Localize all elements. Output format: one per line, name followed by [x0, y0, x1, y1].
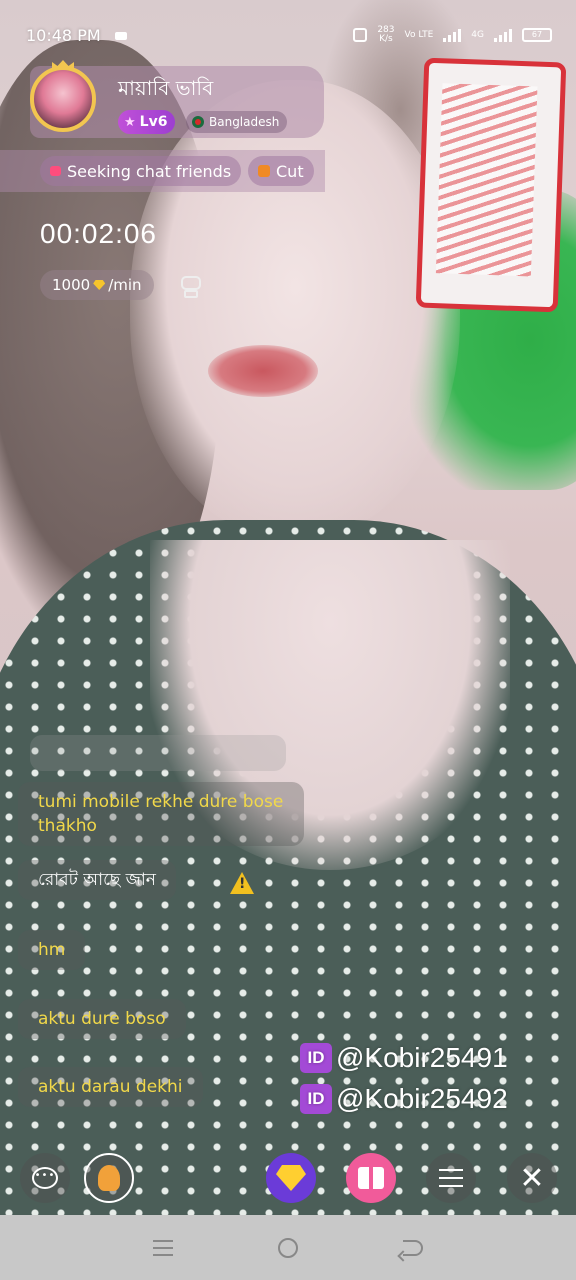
volte-label: Vo LTE — [404, 30, 434, 40]
menu-button[interactable] — [426, 1153, 476, 1203]
rate-amount: 1000 — [52, 276, 91, 294]
vibrate-icon — [353, 28, 368, 42]
host-name: মায়াবি ভাবি — [118, 76, 214, 100]
home-icon[interactable] — [277, 1237, 298, 1258]
level-badge: ★ Lv6 — [118, 110, 176, 134]
tag-icon — [258, 165, 270, 177]
tag-label: Cut — [276, 161, 304, 181]
battery-icon: 67 — [522, 28, 552, 42]
gift-icon — [358, 1167, 384, 1189]
chat-message: aktu darau dekhi — [18, 1067, 203, 1107]
chat-message: tumi mobile rekhe dure bose thakho — [18, 782, 304, 846]
chat-message-faded — [30, 735, 286, 771]
robot-icon[interactable] — [178, 272, 204, 298]
status-icons: 283 K/s Vo LTE 4G 67 — [353, 26, 552, 44]
watermark-text: @Kobir25492 — [336, 1083, 508, 1114]
tag-chip: Cut — [248, 156, 314, 186]
status-time: 10:48 PM — [26, 26, 101, 45]
host-avatar[interactable] — [30, 66, 96, 132]
back-icon[interactable] — [403, 1239, 424, 1256]
id-icon: ID — [300, 1084, 332, 1114]
robot-body — [184, 290, 198, 298]
star-icon: ★ — [124, 114, 136, 130]
lightbulb-icon — [98, 1165, 120, 1191]
recording-icon — [115, 32, 127, 40]
watermark-text: @Kobir25491 — [336, 1042, 508, 1073]
close-call-button[interactable]: ✕ — [507, 1153, 557, 1203]
signal-icon — [443, 28, 462, 42]
tips-button[interactable] — [84, 1153, 134, 1203]
status-bar: 10:48 PM 283 K/s Vo LTE 4G 67 — [0, 20, 576, 52]
chat-button[interactable]: ••• — [20, 1153, 70, 1203]
net-speed: 283 K/s — [377, 26, 394, 44]
rate-unit: /min — [108, 276, 142, 294]
recents-icon[interactable] — [152, 1239, 173, 1256]
robot-head — [181, 276, 201, 290]
country-badge: Bangladesh — [186, 111, 288, 133]
tag-chip: Seeking chat friends — [40, 156, 242, 186]
video-shape — [208, 345, 318, 397]
chat-bubble-icon: ••• — [32, 1167, 58, 1189]
diamond-button[interactable] — [266, 1153, 316, 1203]
menu-icon — [439, 1169, 463, 1187]
watermark-line: ID @Kobir25492 — [300, 1083, 508, 1115]
system-nav-bar — [0, 1215, 576, 1280]
diamond-icon — [93, 280, 106, 290]
diamond-icon — [276, 1165, 306, 1191]
level-label: Lv6 — [139, 114, 168, 130]
chat-message: hm — [18, 930, 86, 970]
heart-icon — [50, 166, 61, 176]
watermark-line: ID @Kobir25491 — [300, 1042, 508, 1074]
tag-label: Seeking chat friends — [67, 161, 232, 181]
chat-message: aktu dure boso — [18, 999, 186, 1039]
call-timer: 00:02:06 — [40, 218, 157, 249]
video-shape — [130, 80, 460, 540]
network-label: 4G — [471, 30, 484, 40]
net-speed-unit: K/s — [379, 34, 393, 44]
call-rate: 1000 /min — [40, 270, 154, 300]
censor-scribble — [415, 57, 567, 313]
host-tags: Seeking chat friends Cut — [0, 150, 325, 192]
signal-icon-2 — [494, 28, 512, 42]
bangladesh-flag-icon — [192, 116, 204, 128]
country-label: Bangladesh — [209, 115, 280, 129]
id-icon: ID — [300, 1043, 332, 1073]
gift-button[interactable] — [346, 1153, 396, 1203]
chat-message: রোবট আছে জান — [18, 860, 176, 900]
close-icon: ✕ — [519, 1160, 545, 1196]
